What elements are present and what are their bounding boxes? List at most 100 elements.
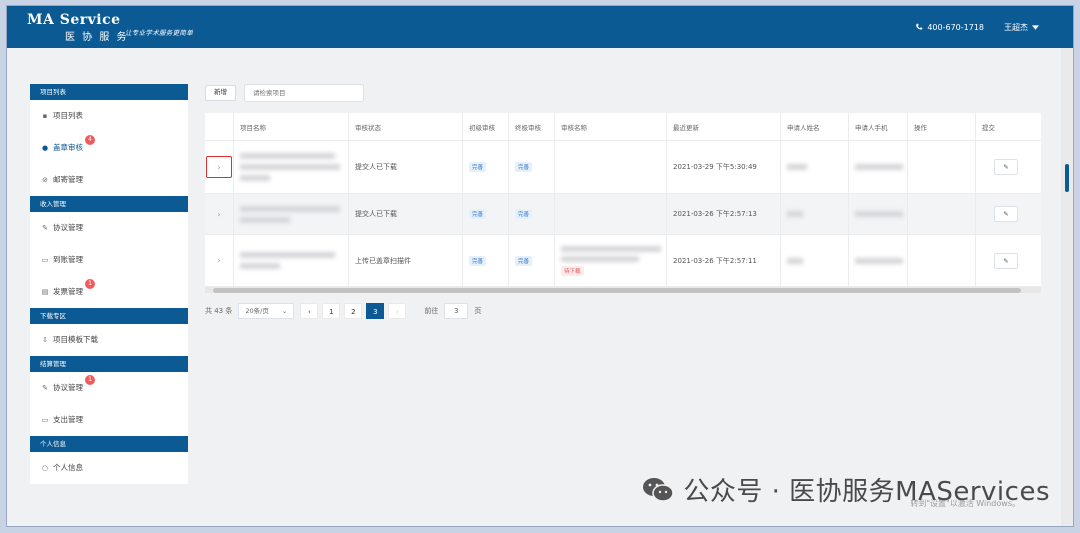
redacted-text <box>240 205 340 223</box>
sidebar-item-expense[interactable]: ▭ 支出管理 <box>30 404 188 436</box>
sidebar-item-settlement-agreement[interactable]: ✎ 协议管理 1 <box>30 372 188 404</box>
page-button-1[interactable]: 1 <box>322 303 341 319</box>
sidebar-item-label: 到账管理 <box>53 255 83 264</box>
column-header: 审核名称 <box>555 113 667 140</box>
status-cell: 提交人已下载 <box>349 141 463 193</box>
scrollbar-thumb[interactable] <box>1065 164 1069 192</box>
goto-page-input[interactable]: 3 <box>444 303 469 319</box>
phone-number: 400-670-1718 <box>927 23 984 32</box>
page-size-select[interactable]: 20条/页 ⌄ <box>238 303 295 319</box>
add-button[interactable]: 新增 <box>205 85 236 101</box>
table-row[interactable]: › 提交人已下载 完善 完善 2021-03-29 下午5:30:49 ✎ <box>205 141 1041 194</box>
sidebar-item-agreement[interactable]: ✎ 协议管理 <box>30 212 188 244</box>
chevron-down-icon: ⌄ <box>281 307 288 315</box>
action-cell <box>908 235 976 286</box>
table-header: 项目名称 审核状态 初级审核 终极审核 审核名称 最近更新 申请人姓名 申请人手… <box>205 113 1041 141</box>
phone-icon <box>915 23 923 33</box>
app-window: MA Service 医 协 服 务 让专业学术服务更简单 400-670-17… <box>6 5 1074 527</box>
edit-icon: ✎ <box>42 384 48 392</box>
column-header: 提交 <box>982 123 995 132</box>
redacted-text: 待下载 <box>561 245 661 276</box>
total-count: 共 43 条 <box>205 307 233 315</box>
user-icon: ○ <box>41 464 49 472</box>
sidebar-item-label: 个人信息 <box>53 463 83 472</box>
person-icon: ● <box>41 144 49 152</box>
expand-chevron-icon[interactable]: › <box>206 203 232 225</box>
sidebar-item-label: 邮寄管理 <box>53 175 83 184</box>
page-button-3[interactable]: 3 <box>366 303 385 319</box>
action-cell <box>908 141 976 193</box>
user-name: 王超杰 <box>1004 23 1028 32</box>
brand-title: MA Service <box>27 12 121 28</box>
sidebar-item-invoice[interactable]: ▤ 发票管理 1 <box>30 276 188 308</box>
scrollbar-thumb[interactable] <box>213 288 1021 293</box>
review-name-cell <box>555 141 667 193</box>
redacted-text <box>240 252 335 269</box>
next-page-button[interactable]: › <box>388 303 407 319</box>
expand-header <box>205 113 234 140</box>
expand-cell: › <box>205 194 234 234</box>
top-navbar: MA Service 医 协 服 务 让专业学术服务更简单 400-670-17… <box>7 6 1073 48</box>
status-badge: 完善 <box>515 209 533 219</box>
table-row[interactable]: › 提交人已下载 完善 完善 2021-03-26 下午2:57:13 ✎ <box>205 194 1041 235</box>
wechat-watermark: 公众号 · 医协服务MAServices <box>641 471 1050 508</box>
pagination: 共 43 条 20条/页 ⌄ ‹ 1 2 3 › 前往 3 页 <box>205 303 1041 319</box>
brand-logo: MA Service 医 协 服 务 <box>27 13 129 43</box>
wechat-icon <box>641 475 675 505</box>
page-suffix: 页 <box>474 307 482 315</box>
project-name-cell <box>234 141 349 193</box>
sidebar-item-arrival[interactable]: ▭ 到账管理 <box>30 244 188 276</box>
edit-icon[interactable]: ✎ <box>994 252 1018 269</box>
applicant-phone-cell <box>849 141 908 193</box>
updated-cell: 2021-03-26 下午2:57:11 <box>667 235 781 286</box>
edit-icon[interactable]: ✎ <box>994 159 1018 175</box>
column-header: 项目名称 <box>234 113 349 140</box>
updated-cell: 2021-03-26 下午2:57:13 <box>667 194 781 234</box>
grid-icon: ▪ <box>42 112 48 120</box>
applicant-phone-cell <box>849 194 908 234</box>
column-header: 初级审核 <box>463 113 509 140</box>
action-cell <box>908 194 976 234</box>
goto-label: 前往 <box>424 307 439 315</box>
redacted-text <box>787 257 803 264</box>
sidebar-item-seal-review[interactable]: ● 盖章审核 4 <box>30 132 188 164</box>
sidebar-item-mail-management[interactable]: ⊘ 邮寄管理 <box>30 164 188 196</box>
sidebar-section-projects: 项目列表 <box>30 84 188 100</box>
notification-badge: 1 <box>85 375 95 385</box>
sidebar-item-project-list[interactable]: ▪ 项目列表 <box>30 100 188 132</box>
main-content: 新增 项目名称 审核状态 初级审核 终极审核 审核名称 最近更新 申请人姓名 申… <box>205 84 1041 319</box>
submit-cell: ✎ <box>976 141 1041 193</box>
submit-cell: ✎ <box>976 194 1041 234</box>
vertical-scrollbar[interactable] <box>1061 48 1073 526</box>
user-menu[interactable]: 王超杰 <box>1004 22 1039 33</box>
toolbar: 新增 <box>205 84 1041 102</box>
updated-cell: 2021-03-29 下午5:30:49 <box>667 141 781 193</box>
sidebar-item-profile[interactable]: ○ 个人信息 <box>30 452 188 484</box>
table-row[interactable]: › 上传已盖章扫描件 完善 完善 待下载 2021-03-26 下午2:57:1… <box>205 235 1041 287</box>
first-review-cell: 完善 <box>463 235 509 286</box>
applicant-name-cell <box>781 141 849 193</box>
prev-page-button[interactable]: ‹ <box>300 303 319 319</box>
sidebar-item-label: 发票管理 <box>53 287 83 296</box>
sidebar-item-template-download[interactable]: ⇩ 项目模板下载 <box>30 324 188 356</box>
expand-chevron-icon[interactable]: › <box>206 250 232 272</box>
horizontal-scrollbar[interactable] <box>205 287 1041 293</box>
expand-chevron-icon[interactable]: › <box>206 156 232 178</box>
sidebar: 项目列表 ▪ 项目列表 ● 盖章审核 4 ⊘ 邮寄管理 收入管理 ✎ 协议管理 … <box>30 84 188 484</box>
final-review-cell: 完善 <box>509 141 555 193</box>
sidebar-item-label: 支出管理 <box>53 415 83 424</box>
column-header: 最近更新 <box>667 113 781 140</box>
expand-cell: › <box>205 141 234 193</box>
chevron-down-icon <box>1032 23 1039 32</box>
search-input[interactable] <box>244 84 364 102</box>
applicant-name-cell <box>781 194 849 234</box>
final-review-cell: 完善 <box>509 194 555 234</box>
download-icon: ⇩ <box>42 336 48 344</box>
folder-icon: ▭ <box>41 416 49 424</box>
edit-icon[interactable]: ✎ <box>994 206 1018 222</box>
page-button-2[interactable]: 2 <box>344 303 363 319</box>
sidebar-item-label: 项目模板下载 <box>53 335 98 344</box>
send-icon: ⊘ <box>42 176 48 184</box>
phone-contact: 400-670-1718 <box>915 23 984 33</box>
redacted-text <box>855 164 903 170</box>
